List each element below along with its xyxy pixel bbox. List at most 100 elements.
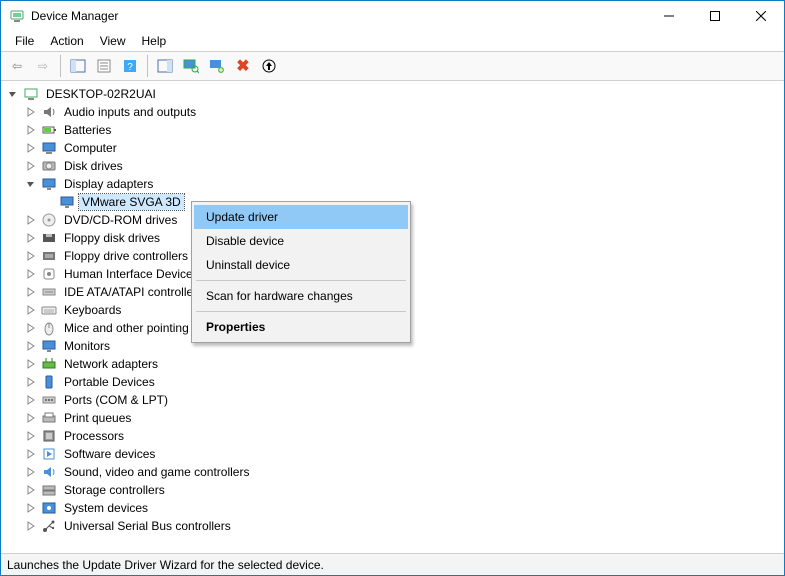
portable-icon — [41, 374, 57, 390]
keyboards-icon — [41, 302, 57, 318]
network-icon — [41, 356, 57, 372]
usb-icon — [41, 518, 57, 534]
tree-node-batteries[interactable]: Batteries — [1, 121, 784, 139]
expand-icon[interactable] — [23, 464, 39, 480]
expand-icon[interactable] — [23, 212, 39, 228]
back-button[interactable]: ⇦ — [5, 54, 29, 78]
vmware-icon — [59, 194, 75, 210]
tree-label-root: DESKTOP-02R2UAI — [43, 86, 159, 102]
arrow-left-icon: ⇦ — [12, 59, 22, 73]
expand-icon[interactable] — [23, 446, 39, 462]
mice-icon — [41, 320, 57, 336]
tree-label-diskdrives: Disk drives — [61, 158, 126, 174]
expand-icon[interactable] — [23, 266, 39, 282]
tree-node-audio[interactable]: Audio inputs and outputs — [1, 103, 784, 121]
scan-hardware-button[interactable] — [179, 54, 203, 78]
context-menu: Update driverDisable deviceUninstall dev… — [191, 201, 411, 343]
leaf-spacer — [41, 194, 57, 210]
help-button[interactable]: ? — [118, 54, 142, 78]
properties-icon — [96, 58, 112, 74]
menu-action[interactable]: Action — [42, 32, 91, 50]
context-item-scan-for-hardware-changes[interactable]: Scan for hardware changes — [194, 284, 408, 308]
display-icon — [41, 176, 57, 192]
expand-icon[interactable] — [23, 518, 39, 534]
device-tree[interactable]: DESKTOP-02R2UAIAudio inputs and outputsB… — [1, 81, 784, 553]
tree-label-keyboards: Keyboards — [61, 302, 124, 318]
expand-icon[interactable] — [23, 302, 39, 318]
tree-node-diskdrives[interactable]: Disk drives — [1, 157, 784, 175]
batteries-icon — [41, 122, 57, 138]
context-item-update-driver[interactable]: Update driver — [194, 205, 408, 229]
tree-node-ports[interactable]: Ports (COM & LPT) — [1, 391, 784, 409]
tree-node-sound[interactable]: Sound, video and game controllers — [1, 463, 784, 481]
printq-icon — [41, 410, 57, 426]
monitor-add-icon — [209, 58, 225, 74]
expand-icon[interactable] — [23, 410, 39, 426]
expand-icon[interactable] — [23, 338, 39, 354]
tree-label-hid: Human Interface Devices — [61, 266, 202, 282]
expand-icon[interactable] — [23, 248, 39, 264]
expand-icon[interactable] — [23, 374, 39, 390]
tree-node-root[interactable]: DESKTOP-02R2UAI — [1, 85, 784, 103]
tree-label-printq: Print queues — [61, 410, 134, 426]
tree-label-ide: IDE ATA/ATAPI controllers — [61, 284, 206, 300]
tree-node-usb[interactable]: Universal Serial Bus controllers — [1, 517, 784, 535]
expand-icon[interactable] — [23, 122, 39, 138]
tree-node-printq[interactable]: Print queues — [1, 409, 784, 427]
tree-node-system[interactable]: System devices — [1, 499, 784, 517]
collapse-icon[interactable] — [5, 86, 21, 102]
collapse-icon[interactable] — [23, 176, 39, 192]
system-icon — [41, 500, 57, 516]
expand-icon[interactable] — [23, 428, 39, 444]
expand-icon[interactable] — [23, 392, 39, 408]
menubar: File Action View Help — [1, 31, 784, 51]
software-icon — [41, 446, 57, 462]
update-circle-icon — [261, 58, 277, 74]
expand-icon[interactable] — [23, 230, 39, 246]
minimize-button[interactable] — [646, 1, 692, 31]
expand-icon[interactable] — [23, 158, 39, 174]
context-item-uninstall-device[interactable]: Uninstall device — [194, 253, 408, 277]
expand-icon[interactable] — [23, 356, 39, 372]
tree-label-computer: Computer — [61, 140, 120, 156]
tree-node-processors[interactable]: Processors — [1, 427, 784, 445]
uninstall-button[interactable]: ✖ — [231, 54, 255, 78]
add-legacy-button[interactable] — [205, 54, 229, 78]
tree-node-portable[interactable]: Portable Devices — [1, 373, 784, 391]
expand-icon[interactable] — [23, 104, 39, 120]
close-button[interactable] — [738, 1, 784, 31]
properties-button[interactable] — [92, 54, 116, 78]
tree-label-processors: Processors — [61, 428, 127, 444]
menu-help[interactable]: Help — [134, 32, 175, 50]
menu-file[interactable]: File — [7, 32, 42, 50]
context-separator — [196, 280, 406, 281]
expand-icon[interactable] — [23, 284, 39, 300]
action-pane-button[interactable] — [153, 54, 177, 78]
update-driver-button[interactable] — [257, 54, 281, 78]
tree-node-software[interactable]: Software devices — [1, 445, 784, 463]
tree-label-vmware: VMware SVGA 3D — [79, 194, 184, 210]
expand-icon[interactable] — [23, 140, 39, 156]
menu-view[interactable]: View — [92, 32, 134, 50]
expand-icon[interactable] — [23, 320, 39, 336]
tree-label-floppydisk: Floppy disk drives — [61, 230, 163, 246]
tree-node-computer[interactable]: Computer — [1, 139, 784, 157]
tree-label-storage: Storage controllers — [61, 482, 168, 498]
expand-icon[interactable] — [23, 482, 39, 498]
tree-node-network[interactable]: Network adapters — [1, 355, 784, 373]
maximize-button[interactable] — [692, 1, 738, 31]
forward-button[interactable]: ⇨ — [31, 54, 55, 78]
dvd-icon — [41, 212, 57, 228]
root-icon — [23, 86, 39, 102]
context-item-properties[interactable]: Properties — [194, 315, 408, 339]
tree-label-display: Display adapters — [61, 176, 156, 192]
context-separator — [196, 311, 406, 312]
show-hide-console-tree-button[interactable] — [66, 54, 90, 78]
expand-icon[interactable] — [23, 500, 39, 516]
context-item-disable-device[interactable]: Disable device — [194, 229, 408, 253]
tree-node-storage[interactable]: Storage controllers — [1, 481, 784, 499]
app-icon — [9, 8, 25, 24]
tree-label-batteries: Batteries — [61, 122, 114, 138]
status-text: Launches the Update Driver Wizard for th… — [7, 558, 324, 572]
tree-node-display[interactable]: Display adapters — [1, 175, 784, 193]
